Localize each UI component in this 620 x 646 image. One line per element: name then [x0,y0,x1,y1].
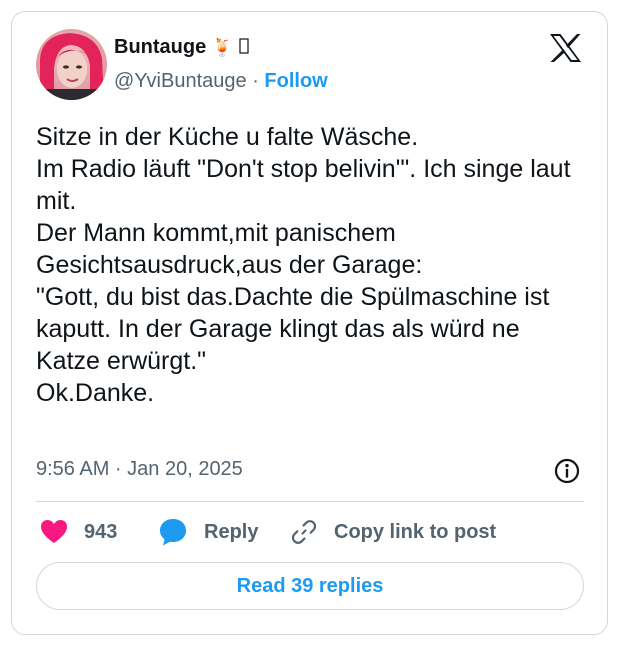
read-replies-button[interactable]: Read 39 replies [36,562,584,610]
follow-button[interactable]: Follow [264,70,327,92]
separator-dot: · [252,70,259,92]
reply-button[interactable]: Reply [158,516,258,548]
author-name[interactable]: Buntauge [114,36,206,58]
link-icon [291,520,317,544]
reply-label: Reply [204,520,259,543]
cocktail-emoji-icon: 🍹 [211,38,233,58]
tweet-timestamp[interactable]: 9:56 AM · Jan 20, 2025 [36,458,243,481]
heart-icon [41,520,67,543]
divider [36,501,584,502]
handle-row: @YviBuntauge · Follow [114,70,328,93]
info-icon[interactable] [553,457,581,485]
copy-link-label: Copy link to post [334,520,497,543]
read-replies-label: Read 39 replies [236,574,384,597]
likes-count: 943 [84,520,118,543]
unknown-glyph-icon [238,38,249,54]
author-name-row[interactable]: Buntauge 🍹 [114,36,249,59]
avatar-image [36,29,107,100]
tweet-text: Sitze in der Küche u falte Wäsche. Im Ra… [36,123,571,407]
x-logo-icon[interactable] [549,33,582,63]
copy-link-button[interactable]: Copy link to post [290,516,496,548]
author-handle[interactable]: @YviBuntauge [114,70,247,92]
like-button[interactable]: 943 [40,516,117,548]
avatar[interactable] [36,29,107,100]
speech-bubble-icon [160,519,186,546]
